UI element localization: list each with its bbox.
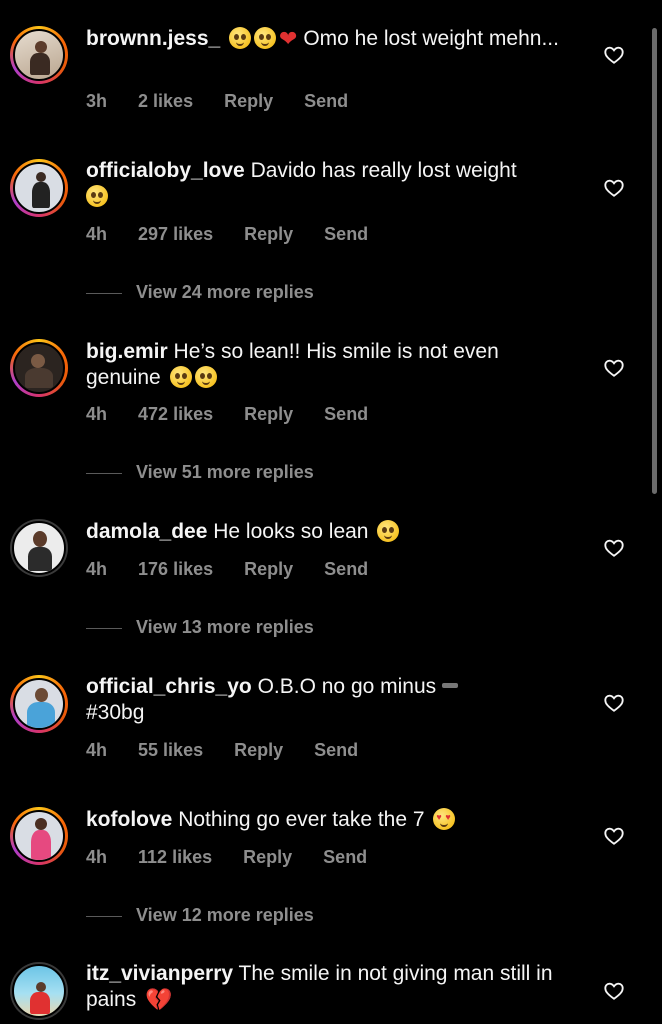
comment-body: Nothing go ever take the 7 xyxy=(178,808,425,831)
comment-text: officialoby_love Davido has really lost … xyxy=(86,158,564,210)
avatar[interactable] xyxy=(10,807,68,865)
view-more-label[interactable]: View 24 more replies xyxy=(136,282,314,302)
comment-body-line2[interactable]: #30bg xyxy=(86,701,144,724)
comment-meta: 4h 472 likes Reply Send xyxy=(86,404,368,425)
divider xyxy=(86,472,122,474)
comment-body: O.B.O no go minus xyxy=(257,675,437,698)
reply-button[interactable]: Reply xyxy=(244,404,293,425)
comment-body: Omo he lost weight mehn... xyxy=(303,27,559,50)
comment-meta: 4h 55 likes Reply Send xyxy=(86,740,358,761)
comment-time: 4h xyxy=(86,404,108,424)
heart-outline-icon[interactable] xyxy=(603,537,625,559)
comment-meta: 4h 112 likes Reply Send xyxy=(86,847,367,868)
pleading-face-icon xyxy=(229,27,252,49)
comment-time: 3h xyxy=(86,91,108,111)
avatar-image xyxy=(13,342,65,394)
crying-face-icon xyxy=(194,366,217,388)
comment-text: kofolove Nothing go ever take the 7 ♥ ♥ xyxy=(86,807,564,833)
comment-text: damola_dee He looks so lean xyxy=(86,519,564,545)
avatar[interactable] xyxy=(10,159,68,217)
avatar-image xyxy=(13,29,65,81)
comment-meta: 4h 297 likes Reply Send xyxy=(86,224,368,245)
heart-outline-icon[interactable] xyxy=(603,357,625,379)
comment-username[interactable]: damola_dee xyxy=(86,520,207,543)
heart-outline-icon[interactable] xyxy=(603,825,625,847)
comment-body: Davido has really lost weight xyxy=(250,159,517,182)
avatar-image xyxy=(12,964,66,1018)
comment-body: He looks so lean xyxy=(213,520,369,543)
avatar[interactable] xyxy=(10,26,68,84)
view-more-label[interactable]: View 51 more replies xyxy=(136,462,314,482)
reply-button[interactable]: Reply xyxy=(243,847,292,868)
view-more-label[interactable]: View 13 more replies xyxy=(136,617,314,637)
red-heart-icon: ❤ xyxy=(279,26,298,51)
likes-count[interactable]: 55 likes xyxy=(138,740,203,761)
comment-text: itz_vivianperry The smile in not giving … xyxy=(86,961,564,1013)
divider xyxy=(86,627,122,629)
view-more-replies[interactable]: View 51 more replies xyxy=(86,462,314,483)
avatar-image xyxy=(13,162,65,214)
send-button[interactable]: Send xyxy=(324,224,368,245)
comment-username[interactable]: officialoby_love xyxy=(86,159,245,182)
heart-outline-icon[interactable] xyxy=(603,980,625,1002)
avatar[interactable] xyxy=(10,519,68,577)
comment-username[interactable]: brownn.jess_ xyxy=(86,27,220,50)
pleading-face-icon xyxy=(377,520,400,542)
divider xyxy=(86,915,122,917)
send-button[interactable]: Send xyxy=(323,847,367,868)
smiling-face-with-heart-eyes-icon: ♥ ♥ xyxy=(433,808,456,830)
comment-username[interactable]: official_chris_yo xyxy=(86,675,252,698)
avatar-image xyxy=(13,810,65,862)
heart-outline-icon[interactable] xyxy=(603,692,625,714)
avatar-image xyxy=(12,521,66,575)
send-button[interactable]: Send xyxy=(314,740,358,761)
likes-count[interactable]: 472 likes xyxy=(138,404,213,425)
heart-outline-icon[interactable] xyxy=(603,177,625,199)
comment-text: brownn.jess_ ❤ Omo he lost weight mehn..… xyxy=(86,26,564,52)
reply-button[interactable]: Reply xyxy=(224,91,273,112)
avatar[interactable] xyxy=(10,675,68,733)
pleading-face-icon xyxy=(254,27,277,49)
comment-username[interactable]: itz_vivianperry xyxy=(86,962,233,985)
reply-button[interactable]: Reply xyxy=(244,559,293,580)
crying-face-icon xyxy=(86,185,108,207)
broken-heart-icon: 💔 xyxy=(145,987,173,1012)
likes-count[interactable]: 2 likes xyxy=(138,91,193,112)
comment-time: 4h xyxy=(86,740,108,760)
view-more-label[interactable]: View 12 more replies xyxy=(136,905,314,925)
smiling-face-with-tear-icon xyxy=(169,366,192,388)
avatar[interactable] xyxy=(10,962,68,1020)
avatar[interactable] xyxy=(10,339,68,397)
comment-text: official_chris_yo O.B.O no go minus #30b… xyxy=(86,674,564,726)
avatar-image xyxy=(13,678,65,730)
comment-username[interactable]: big.emir xyxy=(86,340,168,363)
comment-time: 4h xyxy=(86,224,108,244)
comment-meta: 3h 2 likes Reply Send xyxy=(86,91,348,112)
likes-count[interactable]: 176 likes xyxy=(138,559,213,580)
scrollbar[interactable] xyxy=(652,28,657,494)
likes-count[interactable]: 297 likes xyxy=(138,224,213,245)
send-button[interactable]: Send xyxy=(324,559,368,580)
send-button[interactable]: Send xyxy=(304,91,348,112)
send-button[interactable]: Send xyxy=(324,404,368,425)
view-more-replies[interactable]: View 13 more replies xyxy=(86,617,314,638)
comment-username[interactable]: kofolove xyxy=(86,808,172,831)
view-more-replies[interactable]: View 12 more replies xyxy=(86,905,314,926)
reply-button[interactable]: Reply xyxy=(244,224,293,245)
view-more-replies[interactable]: View 24 more replies xyxy=(86,282,314,303)
divider xyxy=(86,292,122,294)
comment-time: 4h xyxy=(86,559,108,579)
comment-text: big.emir He’s so lean!! His smile is not… xyxy=(86,339,564,391)
reply-button[interactable]: Reply xyxy=(234,740,283,761)
comment-time: 4h xyxy=(86,847,108,867)
likes-count[interactable]: 112 likes xyxy=(138,847,212,868)
heart-outline-icon[interactable] xyxy=(603,44,625,66)
dash-icon xyxy=(442,683,459,688)
comment-meta: 4h 176 likes Reply Send xyxy=(86,559,368,580)
